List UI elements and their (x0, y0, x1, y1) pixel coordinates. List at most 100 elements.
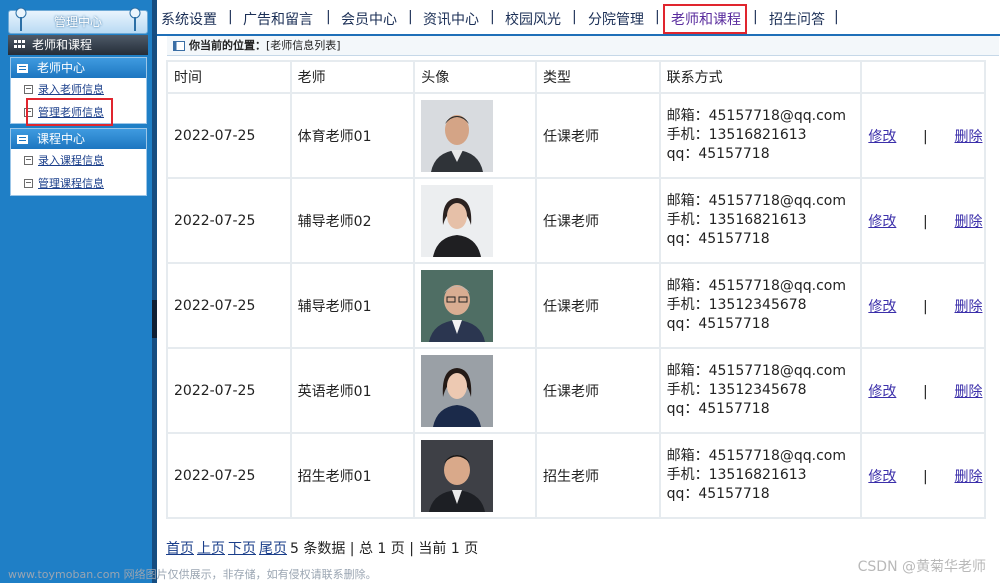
edit-link[interactable]: 修改 (868, 384, 896, 400)
contact-phone: 手机：13512345678 (666, 382, 807, 398)
cell-actions: 修改 | 删除 (860, 347, 986, 434)
watermark-site: www.toymoban.com 网络图片仅供展示，非存储，如有侵权请联系删除。 (8, 568, 377, 581)
table-row: 2022-07-25 辅导老师02 任课老师 邮箱：45157718@qq.co… (166, 177, 986, 264)
nav-separator: | (408, 9, 413, 25)
cell-type: 招生老师 (535, 432, 661, 519)
sidebar-link-manage-course[interactable]: 管理课程信息 (11, 172, 146, 195)
course-center-title[interactable]: 课程中心 (11, 129, 146, 149)
nav-separator: | (834, 9, 839, 25)
edit-link[interactable]: 修改 (868, 129, 896, 145)
sidebar-link-add-course[interactable]: 录入课程信息 (11, 149, 146, 172)
nav-item-system-settings[interactable]: 系统设置 (161, 9, 217, 29)
edit-link[interactable]: 修改 (868, 299, 896, 315)
nav-separator: | (572, 9, 577, 25)
contact-email: 邮箱：45157718@qq.com (666, 108, 846, 124)
contact-qq: qq：45157718 (666, 401, 770, 417)
action-separator: | (923, 298, 928, 315)
cell-teacher: 体育老师01 (289, 92, 416, 179)
col-header-time: 时间 (166, 60, 292, 94)
col-header-actions (860, 60, 986, 94)
nav-item-campus-scenery[interactable]: 校园风光 (505, 9, 561, 29)
highlight-box (26, 98, 113, 126)
nav-item-branch-management[interactable]: 分院管理 (588, 9, 644, 29)
cell-contact: 邮箱：45157718@qq.com 手机：13516821613 qq：451… (658, 432, 863, 519)
cell-type: 任课老师 (535, 262, 661, 349)
cell-date: 2022-07-25 (166, 262, 292, 349)
nav-separator: | (655, 9, 660, 25)
delete-link[interactable]: 删除 (954, 469, 982, 485)
edit-link[interactable]: 修改 (868, 214, 896, 230)
col-header-type: 类型 (535, 60, 661, 94)
cell-avatar (413, 92, 538, 179)
delete-link[interactable]: 删除 (954, 299, 982, 315)
pager-next[interactable]: 下页 (228, 541, 256, 557)
nav-separator: | (490, 9, 495, 25)
table-row: 2022-07-25 英语老师01 任课老师 邮箱：45157718@qq.co… (166, 347, 986, 434)
sidebar-top-title: 管理中心 (8, 7, 148, 34)
male-smiling-avatar (421, 439, 494, 512)
sidebar: 管理中心 老师和课程 老师中心 录入老师信息 管理老师信息 课程中心 录入课程信… (0, 0, 152, 583)
contact-phone: 手机：13516821613 (666, 467, 807, 483)
watermark-csdn: CSDN @黄菊华老师 (857, 559, 986, 575)
grid-icon (14, 40, 25, 48)
contact-phone: 手机：13516821613 (666, 212, 807, 228)
cell-avatar (413, 432, 538, 519)
contact-email: 邮箱：45157718@qq.com (666, 448, 846, 464)
sidebar-section-title[interactable]: 老师和课程 (8, 35, 148, 55)
action-separator: | (923, 468, 928, 485)
action-separator: | (923, 128, 928, 145)
delete-link[interactable]: 删除 (954, 214, 982, 230)
table-row: 2022-07-25 招生老师01 招生老师 邮箱：45157718@qq.co… (166, 432, 986, 519)
cell-avatar (413, 262, 538, 349)
cell-actions: 修改 | 删除 (860, 262, 986, 349)
contact-phone: 手机：13512345678 (666, 297, 807, 313)
pager-last[interactable]: 尾页 (259, 541, 287, 557)
cell-date: 2022-07-25 (166, 432, 292, 519)
nav-item-admission-qa[interactable]: 招生问答 (769, 9, 825, 29)
male-older-avatar (421, 99, 494, 172)
teacher-table: 时间 老师 头像 类型 联系方式 2022-07-25 体育老师01 任课老师 … (166, 60, 986, 519)
nav-separator: | (753, 9, 758, 25)
female-avatar (421, 184, 494, 257)
breadcrumb-path: [老师信息列表] (266, 39, 341, 52)
cell-date: 2022-07-25 (166, 92, 292, 179)
delete-link[interactable]: 删除 (954, 384, 982, 400)
pagination: 首页 上页 下页 尾页 5 条数据 | 总 1 页 | 当前 1 页 (166, 538, 478, 558)
male-glasses-avatar (421, 269, 494, 342)
pin-icon (15, 7, 27, 31)
edit-link[interactable]: 修改 (868, 469, 896, 485)
course-center-panel: 课程中心 录入课程信息 管理课程信息 (10, 128, 147, 196)
nav-separator: | (326, 9, 331, 25)
panel-icon (173, 41, 185, 51)
contact-email: 邮箱：45157718@qq.com (666, 193, 846, 209)
cell-type: 任课老师 (535, 177, 661, 264)
delete-link[interactable]: 删除 (954, 129, 982, 145)
document-icon (24, 179, 33, 188)
nav-item-member-center[interactable]: 会员中心 (341, 9, 397, 29)
teacher-center-title[interactable]: 老师中心 (11, 58, 146, 78)
cell-actions: 修改 | 删除 (860, 92, 986, 179)
pager-first[interactable]: 首页 (166, 541, 194, 557)
cell-contact: 邮箱：45157718@qq.com 手机：13516821613 qq：451… (658, 92, 863, 179)
nav-item-news-center[interactable]: 资讯中心 (423, 9, 479, 29)
pager-prev[interactable]: 上页 (197, 541, 225, 557)
contact-qq: qq：45157718 (666, 146, 770, 162)
cell-teacher: 招生老师01 (289, 432, 416, 519)
cell-teacher: 英语老师01 (289, 347, 416, 434)
cell-date: 2022-07-25 (166, 177, 292, 264)
cell-teacher: 辅导老师02 (289, 177, 416, 264)
list-icon (17, 135, 28, 144)
cell-actions: 修改 | 删除 (860, 177, 986, 264)
cell-contact: 邮箱：45157718@qq.com 手机：13512345678 qq：451… (658, 262, 863, 349)
nav-item-ads-messages[interactable]: 广告和留言 (243, 9, 313, 29)
col-header-contact: 联系方式 (658, 60, 863, 94)
contact-qq: qq：45157718 (666, 486, 770, 502)
document-icon (24, 85, 33, 94)
contact-email: 邮箱：45157718@qq.com (666, 278, 846, 294)
contact-email: 邮箱：45157718@qq.com (666, 363, 846, 379)
highlight-box (663, 4, 747, 34)
pin-icon (129, 7, 141, 31)
table-row: 2022-07-25 辅导老师01 任课老师 邮箱：45157718@qq.co… (166, 262, 986, 349)
breadcrumb: 你当前的位置：[老师信息列表] (167, 36, 999, 56)
nav-separator: | (228, 9, 233, 25)
